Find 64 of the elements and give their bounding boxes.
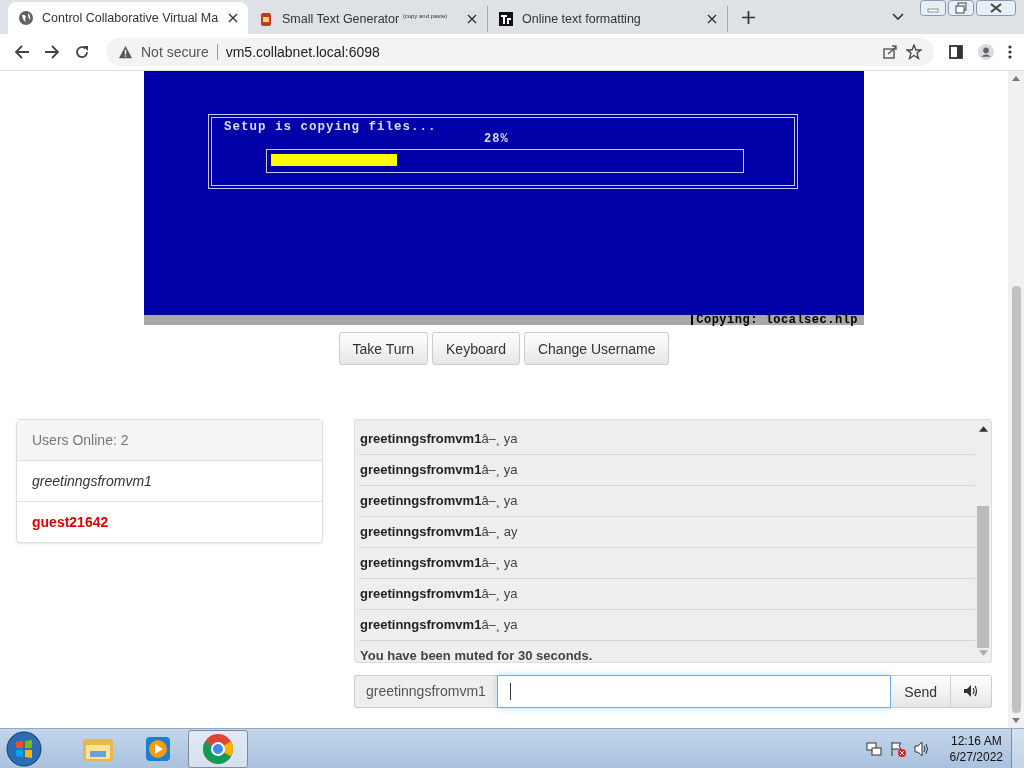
restore-icon[interactable] (948, 0, 974, 16)
vm-button[interactable]: Take Turn (338, 332, 428, 365)
close-icon[interactable] (228, 13, 238, 23)
progress-percent: 28% (484, 132, 509, 146)
page-scrollbar[interactable] (1008, 71, 1024, 728)
tab-title: Small Text Generator $^{(copy and paste)}$ (282, 12, 449, 26)
start-button[interactable] (6, 730, 42, 767)
speaker-icon (964, 684, 978, 697)
chat-message: You have been muted for 30 seconds. (359, 647, 594, 665)
chat-message: greetinngsfromvm1â–¸ ay (359, 517, 975, 548)
clock[interactable]: 12:16 AM 6/27/2022 (949, 732, 1003, 765)
chat-message: greetinngsfromvm1â–¸ ya (359, 486, 975, 517)
browser-tab[interactable]: Control Collaborative Virtual Ma (8, 2, 248, 34)
clock-time: 12:16 AM (950, 732, 1002, 749)
address-bar[interactable]: Not secure vm5.collabnet.local:6098 (106, 38, 934, 66)
side-panel-icon[interactable] (948, 44, 964, 60)
chat-message: greetinngsfromvm1â–¸ ya (359, 579, 975, 610)
reload-icon[interactable] (74, 44, 90, 60)
vm-button[interactable]: Change Username (523, 332, 670, 365)
setup-heading: Setup is copying files... (224, 120, 438, 134)
chevron-down-icon[interactable] (892, 13, 904, 21)
play-icon (144, 734, 172, 763)
status-text: Copying: localsec.hlp (691, 315, 864, 325)
chrome-icon (202, 732, 234, 765)
close-icon[interactable] (976, 0, 1016, 16)
browser-tab[interactable]: Small Text Generator $^{(copy and paste)}$ (248, 6, 488, 32)
chat-input[interactable] (496, 675, 892, 708)
volume-icon[interactable] (913, 740, 930, 757)
profile-icon[interactable] (978, 44, 994, 60)
username-label: greetinngsfromvm1 (354, 675, 497, 708)
globe-icon (18, 10, 34, 26)
send-button[interactable]: Send (891, 675, 951, 708)
back-icon[interactable] (14, 44, 30, 60)
flag-icon[interactable] (889, 740, 906, 757)
users-online-header: Users Online: 2 (17, 420, 322, 461)
user-item[interactable]: greetinngsfromvm1 (17, 461, 322, 502)
chat-message: greetinngsfromvm1â–¸ ya (359, 610, 975, 641)
star-icon[interactable] (906, 44, 922, 60)
security-label: Not secure (141, 44, 209, 60)
user-item[interactable]: guest21642 (17, 502, 322, 542)
forward-icon[interactable] (44, 44, 60, 60)
close-icon[interactable] (707, 14, 717, 24)
browser-tab[interactable]: Online text formatting (488, 6, 728, 32)
tab-title: Online text formatting (522, 12, 642, 26)
warning-icon (118, 44, 133, 60)
menu-icon[interactable] (1008, 44, 1012, 60)
volume-button[interactable] (951, 675, 992, 708)
chat-message: greetinngsfromvm1â–¸ ya (359, 548, 975, 579)
tab-title: Control Collaborative Virtual Ma (42, 11, 220, 25)
chat-message: greetinngsfromvm1â–¸ ya (359, 455, 975, 486)
tf-logo-icon (498, 11, 514, 27)
vm-button[interactable]: Keyboard (432, 332, 520, 365)
clock-date: 6/27/2022 (949, 748, 1003, 765)
share-icon[interactable] (882, 44, 898, 60)
scroll-down-icon[interactable] (1012, 718, 1020, 723)
taskbar-app[interactable] (188, 729, 248, 768)
scroll-up-icon[interactable] (978, 426, 988, 432)
network-icon[interactable] (865, 740, 882, 757)
show-desktop-button[interactable] (1011, 728, 1024, 768)
chat-message: greetinngsfromvm1â–¸ ya (359, 424, 975, 455)
url-text: vm5.collabnet.local:6098 (225, 44, 380, 60)
close-icon[interactable] (467, 14, 477, 24)
new-tab-icon[interactable] (742, 11, 755, 24)
jar-icon (258, 11, 274, 27)
